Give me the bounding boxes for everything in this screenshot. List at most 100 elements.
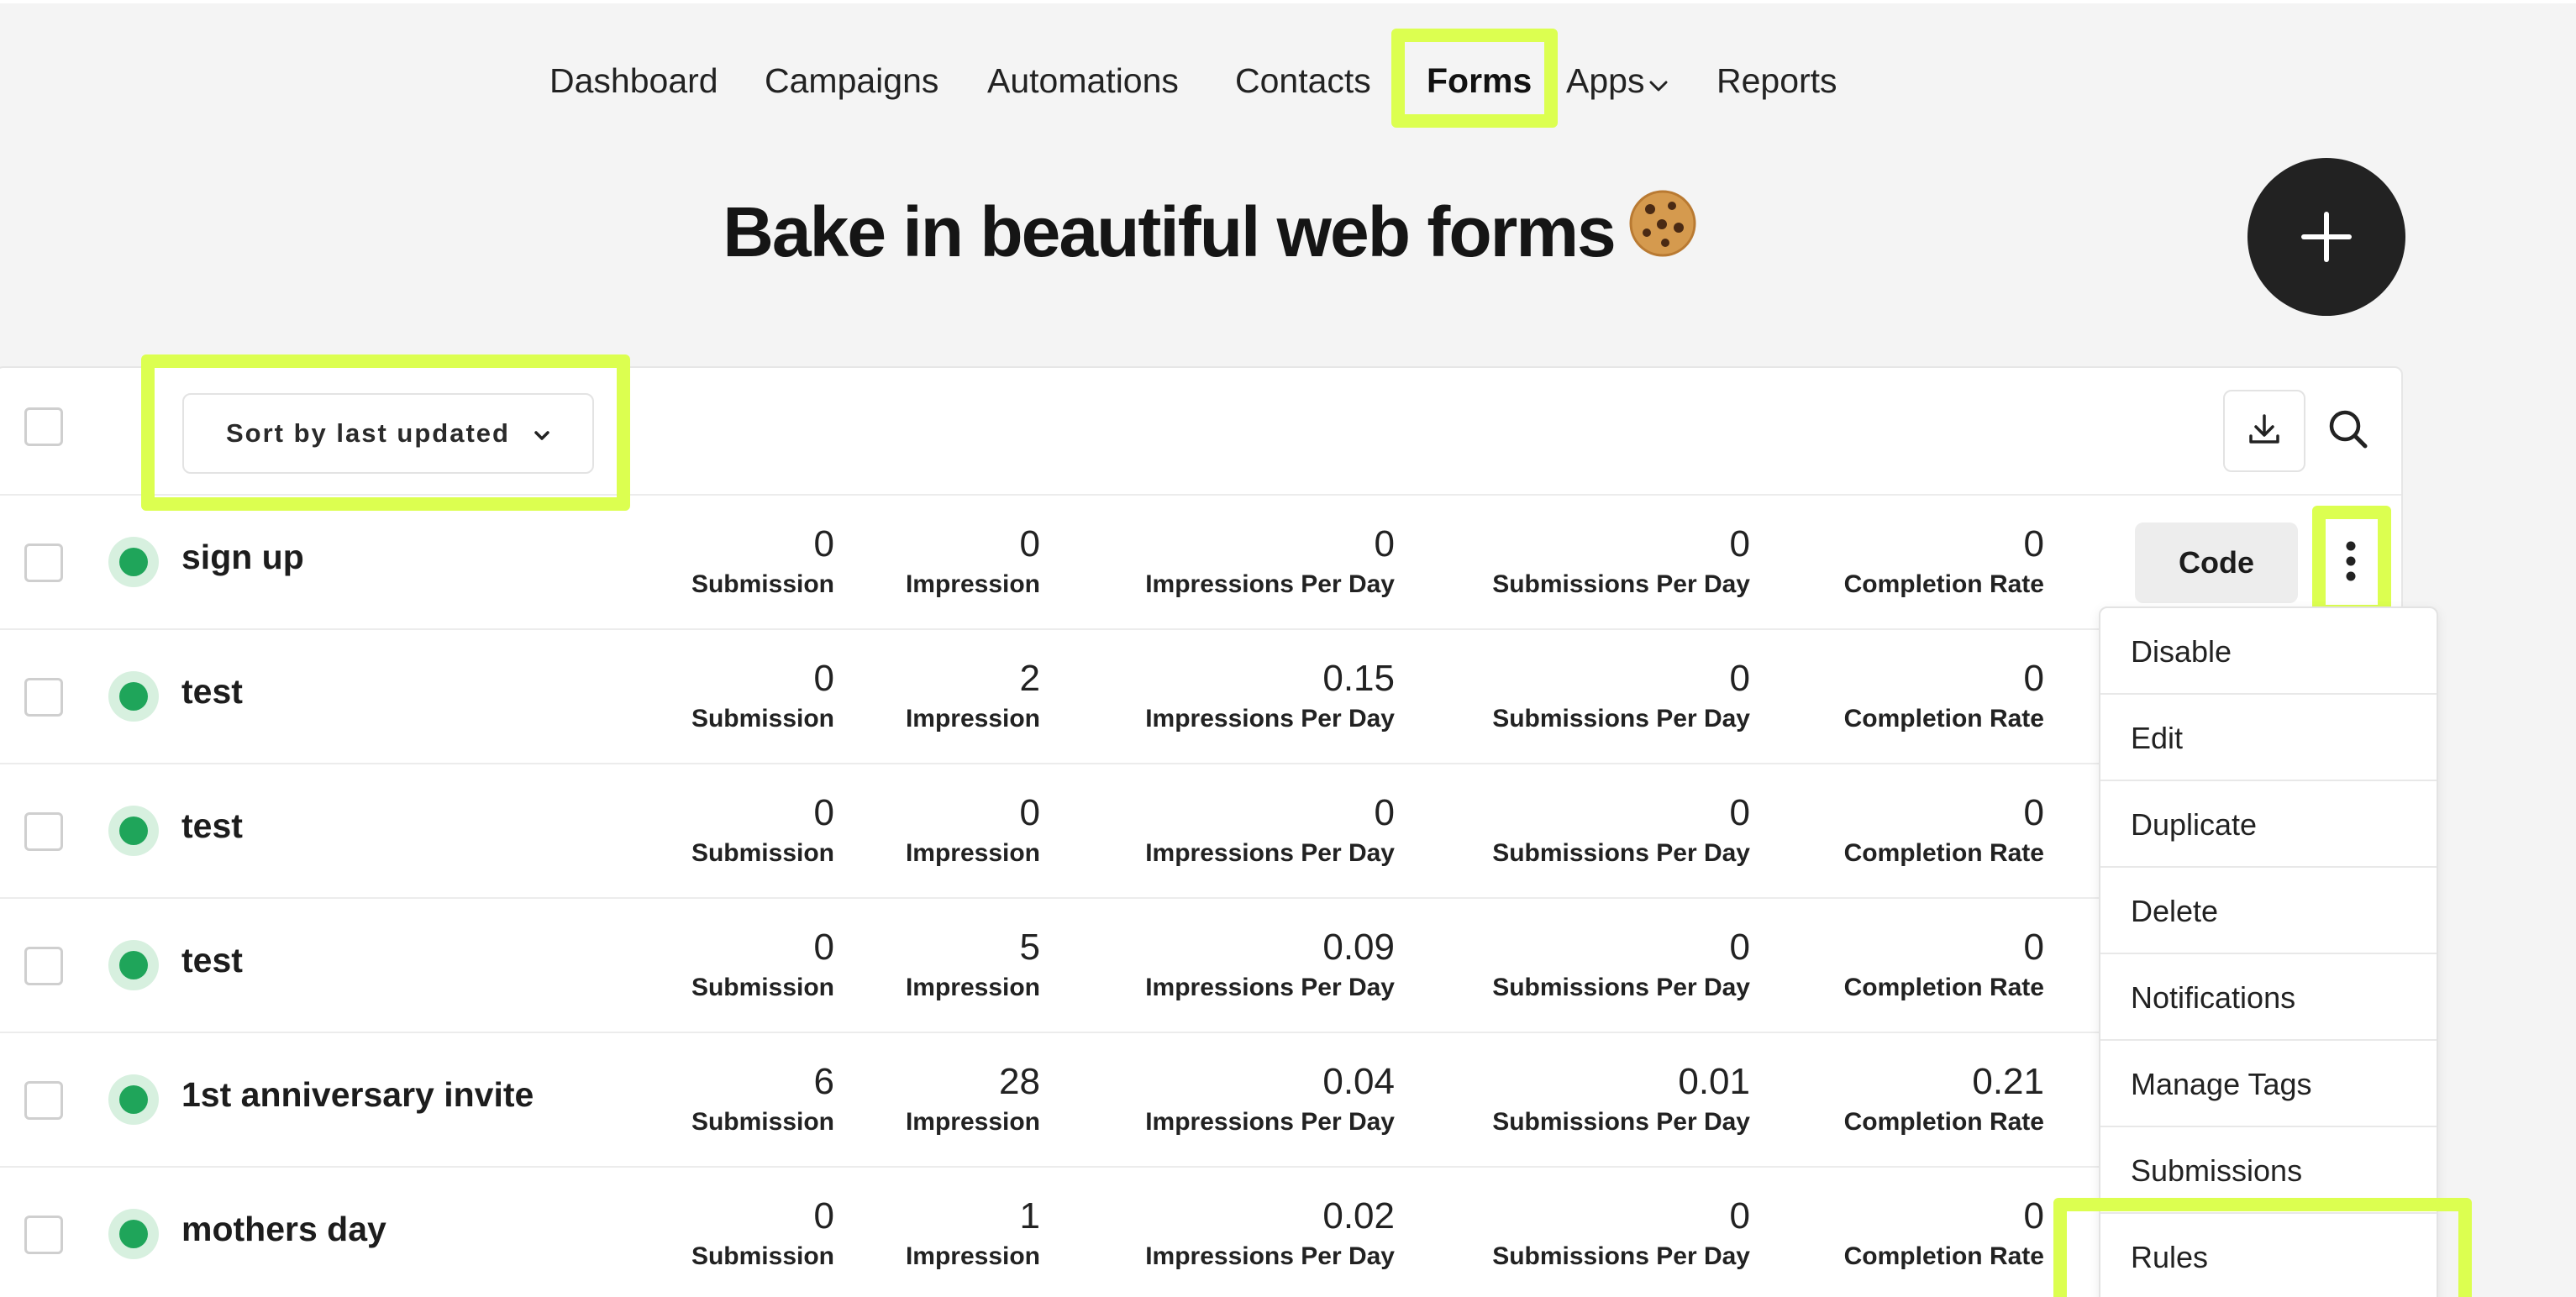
status-active-indicator <box>108 537 159 587</box>
stat-value: 0.02 <box>1322 1195 1395 1237</box>
stat-submissions-per-day: 0 Submissions Per Day <box>1492 655 1750 736</box>
stat-label: Submission <box>691 839 834 867</box>
stat-impressions-per-day: 0.02 Impressions Per Day <box>1145 1193 1395 1273</box>
form-name[interactable]: sign up <box>181 538 304 577</box>
form-name[interactable]: test <box>181 941 243 980</box>
menu-item-edit[interactable]: Edit <box>2100 695 2437 781</box>
stat-value: 6 <box>813 1061 834 1102</box>
nav-dashboard[interactable]: Dashboard <box>549 50 718 111</box>
menu-item-manage-tags[interactable]: Manage Tags <box>2100 1041 2437 1127</box>
nav-campaigns[interactable]: Campaigns <box>765 50 938 111</box>
stat-value: 0 <box>1374 523 1395 564</box>
stat-submission: 0 Submission <box>691 924 834 1005</box>
stat-label: Submission <box>691 1108 834 1136</box>
sort-dropdown[interactable]: Sort by last updated <box>182 393 594 474</box>
page-title: Bake in beautiful web forms <box>0 189 2420 275</box>
stat-label: Impressions Per Day <box>1145 705 1395 733</box>
stat-label: Impression <box>905 839 1040 867</box>
stat-label: Impression <box>905 974 1040 1001</box>
menu-item-delete[interactable]: Delete <box>2100 868 2437 954</box>
stat-value: 0 <box>1729 792 1750 833</box>
stat-value: 0.04 <box>1322 1061 1395 1102</box>
stat-value: 2 <box>1019 658 1040 699</box>
export-button[interactable] <box>2223 390 2305 472</box>
stat-label: Completion Rate <box>1843 839 2044 867</box>
row-checkbox[interactable] <box>24 678 63 717</box>
stat-completion-rate: 0 Completion Rate <box>1844 924 2044 1005</box>
stat-completion-rate: 0 Completion Rate <box>1844 790 2044 870</box>
menu-item-disable[interactable]: Disable <box>2100 608 2437 695</box>
form-name[interactable]: test <box>181 806 243 846</box>
stat-submissions-per-day: 0.01 Submissions Per Day <box>1492 1058 1750 1139</box>
menu-item-duplicate[interactable]: Duplicate <box>2100 781 2437 868</box>
table-row[interactable]: test 0 Submission 0 Impression 0 Impression… <box>0 764 2401 899</box>
table-row[interactable]: 1st anniversary invite 6 Submission 28 Imp… <box>0 1033 2401 1168</box>
code-button[interactable]: Code <box>2135 522 2298 603</box>
stat-submissions-per-day: 0 Submissions Per Day <box>1492 924 1750 1005</box>
stat-label: Impression <box>905 1108 1040 1136</box>
table-row[interactable]: test 0 Submission 5 Impression 0.09 Impress… <box>0 899 2401 1033</box>
stat-value: 0 <box>2023 658 2044 699</box>
main-nav: Dashboard Campaigns Automations Contacts… <box>0 50 2576 111</box>
stat-label: Completion Rate <box>1843 570 2044 598</box>
search-icon <box>2326 407 2370 455</box>
stat-label: Impressions Per Day <box>1145 839 1395 867</box>
stat-value: 0 <box>1729 658 1750 699</box>
form-name[interactable]: mothers day <box>181 1210 386 1249</box>
stat-value: 5 <box>1019 927 1040 968</box>
row-checkbox[interactable] <box>24 947 63 985</box>
more-options-button[interactable] <box>2332 529 2370 596</box>
row-checkbox[interactable] <box>24 812 63 851</box>
nav-reports[interactable]: Reports <box>1716 50 1837 111</box>
search-button[interactable] <box>2307 390 2389 472</box>
stat-impressions-per-day: 0.15 Impressions Per Day <box>1145 655 1395 736</box>
stat-value: 0 <box>1019 523 1040 564</box>
stat-label: Impression <box>905 705 1040 733</box>
nav-contacts[interactable]: Contacts <box>1235 50 1371 111</box>
stat-value: 0.01 <box>1678 1061 1750 1102</box>
sort-label: Sort by last updated <box>226 418 510 448</box>
status-active-indicator <box>108 1074 159 1125</box>
nav-forms[interactable]: Forms <box>1427 50 1532 111</box>
row-actions-menu: Disable Edit Duplicate Delete Notificati… <box>2099 606 2438 1297</box>
stat-submissions-per-day: 0 Submissions Per Day <box>1492 1193 1750 1273</box>
stat-label: Submissions Per Day <box>1492 570 1750 598</box>
form-name[interactable]: 1st anniversary invite <box>181 1075 534 1115</box>
stat-value: 0 <box>813 658 834 699</box>
table-row[interactable]: sign up 0 Submission 0 Impression 0 Impress… <box>0 496 2401 630</box>
table-row[interactable]: mothers day 0 Submission 1 Impression 0.02… <box>0 1168 2401 1297</box>
stat-label: Completion Rate <box>1843 1242 2044 1270</box>
stat-impressions-per-day: 0 Impressions Per Day <box>1145 790 1395 870</box>
stat-label: Impressions Per Day <box>1145 1242 1395 1270</box>
stat-completion-rate: 0 Completion Rate <box>1844 655 2044 736</box>
menu-item-submissions[interactable]: Submissions <box>2100 1127 2437 1214</box>
status-active-indicator <box>108 671 159 722</box>
table-row[interactable]: test 0 Submission 2 Impression 0.15 Impress… <box>0 630 2401 764</box>
row-checkbox[interactable] <box>24 1081 63 1120</box>
stat-completion-rate: 0 Completion Rate <box>1844 521 2044 601</box>
stat-label: Impression <box>905 570 1040 598</box>
select-all-checkbox[interactable] <box>24 407 63 446</box>
menu-item-rules[interactable]: Rules <box>2100 1214 2437 1297</box>
stat-completion-rate: 0.21 Completion Rate <box>1844 1058 2044 1139</box>
stat-label: Submissions Per Day <box>1492 1108 1750 1136</box>
cookie-icon <box>1628 189 1697 275</box>
stat-label: Completion Rate <box>1843 705 2044 733</box>
row-checkbox[interactable] <box>24 1216 63 1254</box>
stat-impression: 28 Impression <box>906 1058 1040 1139</box>
stat-label: Impressions Per Day <box>1145 570 1395 598</box>
stat-value: 0 <box>813 927 834 968</box>
form-name[interactable]: test <box>181 672 243 712</box>
menu-item-notifications[interactable]: Notifications <box>2100 954 2437 1041</box>
status-active-indicator <box>108 1209 159 1259</box>
row-checkbox[interactable] <box>24 543 63 582</box>
nav-apps[interactable]: Apps <box>1566 50 1668 111</box>
stat-impressions-per-day: 0.09 Impressions Per Day <box>1145 924 1395 1005</box>
stat-submissions-per-day: 0 Submissions Per Day <box>1492 790 1750 870</box>
create-form-button[interactable] <box>2247 158 2405 316</box>
stat-value: 0 <box>2023 1195 2044 1237</box>
stat-label: Completion Rate <box>1843 1108 2044 1136</box>
stat-value: 28 <box>999 1061 1040 1102</box>
nav-automations[interactable]: Automations <box>987 50 1179 111</box>
status-active-indicator <box>108 940 159 990</box>
